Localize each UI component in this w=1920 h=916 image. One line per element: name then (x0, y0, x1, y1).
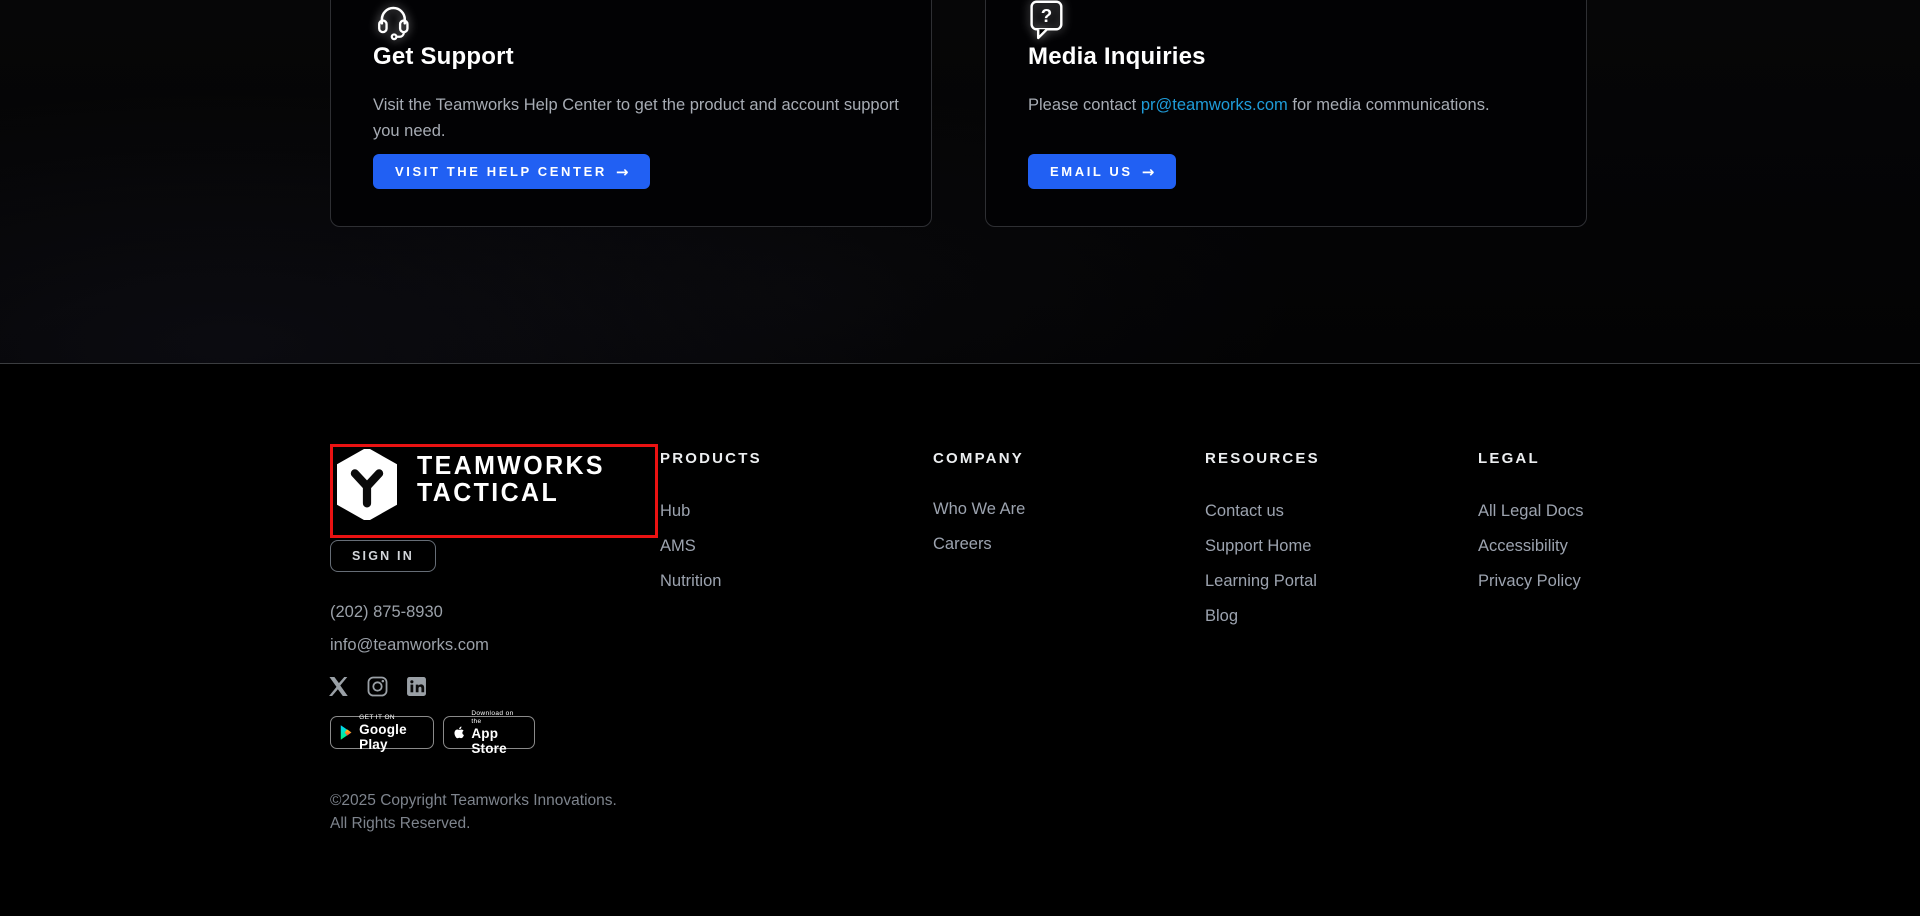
column-title: PRODUCTS (660, 450, 900, 467)
svg-text:?: ? (1041, 5, 1052, 26)
footer-column-products: PRODUCTS Hub AMS Nutrition (660, 450, 900, 608)
footer-column-company: COMPANY Who We Are Careers (933, 450, 1173, 571)
x-icon[interactable] (328, 676, 349, 697)
footer-link-contact-us[interactable]: Contact us (1205, 503, 1445, 519)
column-title: COMPANY (933, 450, 1173, 467)
footer-link-all-legal-docs[interactable]: All Legal Docs (1478, 503, 1718, 519)
footer-column-legal: LEGAL All Legal Docs Accessibility Priva… (1478, 450, 1718, 608)
email-us-button[interactable]: EMAIL US → (1028, 154, 1176, 189)
footer-phone-link[interactable]: (202) 875-8930 (330, 603, 443, 622)
footer-logo-wordmark[interactable]: TEAMWORKS TACTICAL (417, 452, 605, 506)
body-suffix: for media communications. (1288, 96, 1490, 114)
arrow-right-icon: → (616, 163, 629, 181)
footer-link-accessibility[interactable]: Accessibility (1478, 538, 1718, 554)
footer-email-link[interactable]: info@teamworks.com (330, 636, 489, 655)
google-play-badge[interactable]: GET IT ON Google Play (330, 716, 434, 749)
sign-in-button[interactable]: SIGN IN (330, 540, 436, 572)
get-support-card: Get Support Visit the Teamworks Help Cen… (330, 0, 932, 227)
badge-tagline: GET IT ON (359, 714, 424, 722)
pr-email-link[interactable]: pr@teamworks.com (1141, 96, 1288, 114)
footer-link-privacy-policy[interactable]: Privacy Policy (1478, 573, 1718, 589)
column-title: LEGAL (1478, 450, 1718, 467)
footer-link-ams[interactable]: AMS (660, 538, 900, 554)
footer-column-resources: RESOURCES Contact us Support Home Learni… (1205, 450, 1445, 643)
card-body-text: Please contact pr@teamworks.com for medi… (1028, 92, 1583, 118)
card-title: Get Support (373, 43, 514, 71)
footer-link-nutrition[interactable]: Nutrition (660, 573, 900, 589)
media-inquiries-card: ? Media Inquiries Please contact pr@team… (985, 0, 1587, 227)
instagram-icon[interactable] (367, 676, 388, 697)
button-label: VISIT THE HELP CENTER (395, 164, 607, 179)
button-label: EMAIL US (1050, 164, 1133, 179)
column-title: RESOURCES (1205, 450, 1445, 467)
card-title: Media Inquiries (1028, 43, 1206, 71)
linkedin-icon[interactable] (406, 676, 427, 697)
contact-section: Get Support Visit the Teamworks Help Cen… (0, 0, 1920, 364)
body-prefix: Please contact (1028, 96, 1141, 114)
card-body-text: Visit the Teamworks Help Center to get t… (373, 92, 928, 144)
arrow-right-icon: → (1142, 163, 1155, 181)
badge-tagline: Download on the (471, 710, 525, 726)
footer-link-support-home[interactable]: Support Home (1205, 538, 1445, 554)
visit-help-center-button[interactable]: VISIT THE HELP CENTER → (373, 154, 650, 189)
logo-line2: TACTICAL (417, 479, 605, 506)
footer-link-hub[interactable]: Hub (660, 503, 900, 519)
google-play-icon (340, 724, 352, 741)
teamworks-hexagon-logo-icon[interactable] (337, 449, 397, 520)
social-links-row (328, 676, 427, 697)
site-footer: TEAMWORKS TACTICAL SIGN IN (202) 875-893… (0, 364, 1920, 916)
logo-line1: TEAMWORKS (417, 452, 605, 479)
apple-icon (453, 724, 464, 741)
copyright-line2: All Rights Reserved. (330, 812, 617, 835)
headset-icon (373, 1, 413, 41)
question-bubble-icon: ? (1028, 0, 1068, 39)
footer-link-blog[interactable]: Blog (1205, 608, 1445, 624)
app-store-badge[interactable]: Download on the App Store (443, 716, 535, 749)
badge-name: Google Play (359, 722, 424, 752)
footer-link-careers[interactable]: Careers (933, 536, 1173, 552)
footer-link-learning-portal[interactable]: Learning Portal (1205, 573, 1445, 589)
copyright-line1: ©2025 Copyright Teamworks Innovations. (330, 789, 617, 812)
footer-link-who-we-are[interactable]: Who We Are (933, 501, 1173, 517)
copyright-text: ©2025 Copyright Teamworks Innovations. A… (330, 789, 617, 835)
badge-name: App Store (471, 726, 525, 756)
